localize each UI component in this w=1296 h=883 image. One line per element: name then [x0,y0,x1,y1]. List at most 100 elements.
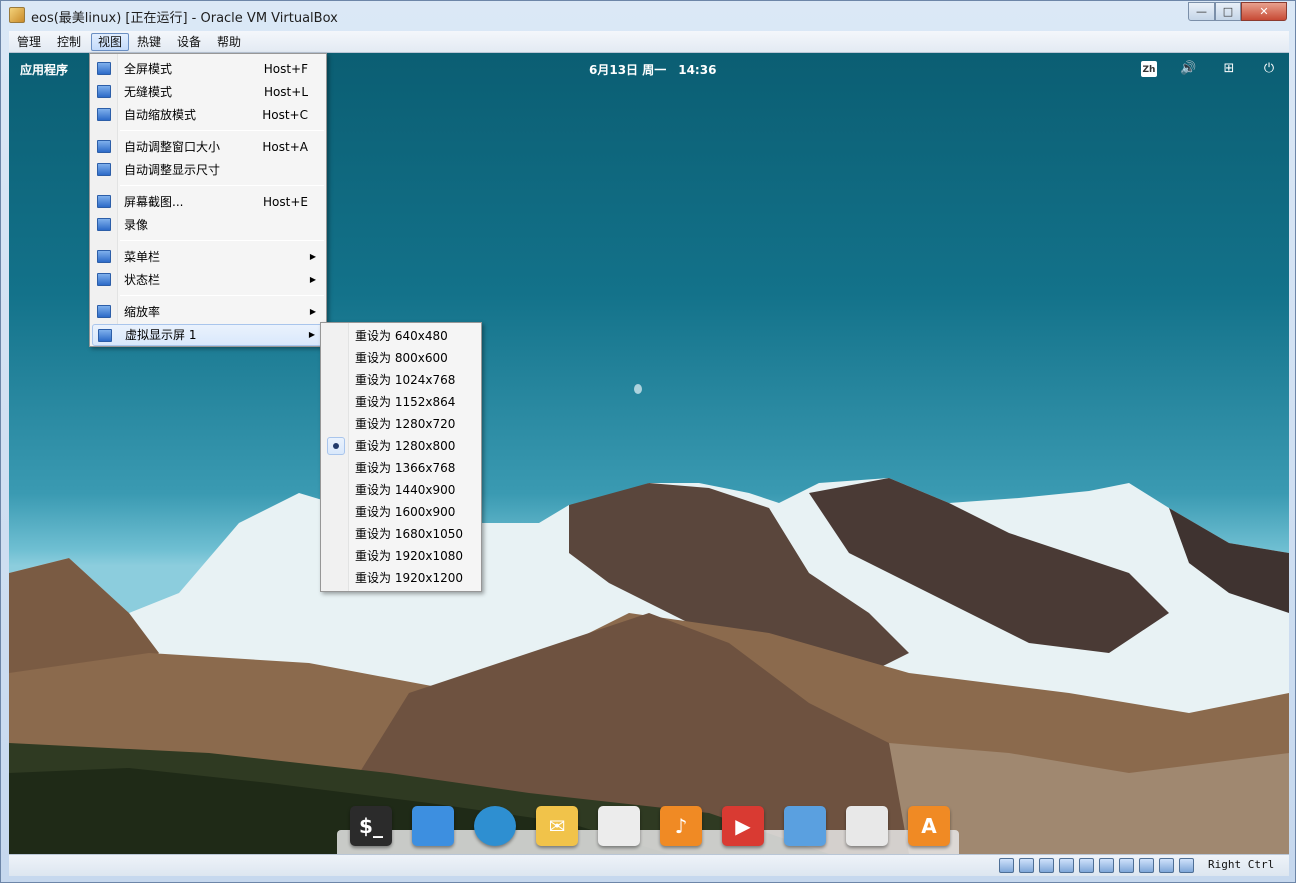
dock-calendar-icon[interactable] [598,806,640,846]
view-menu-item-label: 菜单栏 [124,250,161,264]
dock-videos-icon[interactable]: ▶ [722,806,764,846]
view-menu-item-label: 全屏模式 [124,62,173,76]
radio-selected-icon [327,437,345,455]
submenu-arrow-icon: ▶ [309,252,316,261]
dock-music-icon[interactable]: ♪ [660,806,702,846]
window-title: eos(最美linux) [正在运行] - Oracle VM VirtualB… [31,11,338,26]
dock-appcenter-icon[interactable]: A [908,806,950,846]
resize-option-label: 重设为 640x480 [355,329,448,343]
minimize-button[interactable]: — [1188,2,1215,21]
video-capture-icon[interactable] [1119,858,1134,873]
view-menu-item[interactable]: 全屏模式 Host+F [92,58,324,80]
display-icon[interactable] [1099,858,1114,873]
resize-option[interactable]: 重设为 1280x800 [323,435,479,457]
dock-settings-icon[interactable] [846,806,888,846]
virtualbox-window: eos(最美linux) [正在运行] - Oracle VM VirtualB… [0,0,1296,883]
scale-icon [97,108,111,121]
virtualbox-app-icon [9,7,25,23]
dock-mail-icon[interactable]: ✉ [536,806,578,846]
adjust-window-icon [97,140,111,153]
submenu-arrow-icon: ▶ [309,275,316,284]
resize-option[interactable]: 重设为 1024x768 [323,369,479,391]
network-icon[interactable]: ⊞ [1221,61,1237,77]
resize-option-label: 重设为 1280x720 [355,417,456,431]
view-menu-item-shortcut: Host+L [263,85,308,99]
resize-option[interactable]: 重设为 1680x1050 [323,523,479,545]
menubar-icon [97,250,111,263]
view-menu-item-shortcut: Host+F [263,62,308,76]
menu-separator [120,130,324,131]
resize-option-label: 重设为 1920x1080 [355,549,463,563]
shared-folder-icon[interactable] [1079,858,1094,873]
view-menu-item[interactable]: 虚拟显示屏 1 ▶ [92,324,324,346]
language-indicator[interactable]: Zh [1141,61,1157,77]
menu-bar: 管理 控制 视图 热键 设备 帮助 [9,31,1289,53]
view-menu-item[interactable]: 菜单栏 ▶ [92,246,324,268]
resize-option[interactable]: 重设为 1920x1080 [323,545,479,567]
resize-option-label: 重设为 1152x864 [355,395,456,409]
view-menu-item[interactable]: 自动缩放模式 Host+C [92,104,324,126]
seamless-icon [97,85,111,98]
resize-option[interactable]: 重设为 1920x1200 [323,567,479,589]
network-adapter-icon[interactable] [1039,858,1054,873]
resize-option[interactable]: 重设为 1440x900 [323,479,479,501]
status-bar: Right Ctrl [9,854,1289,876]
mouse-integration-icon[interactable] [1159,858,1174,873]
view-menu-item[interactable]: 无缝模式 Host+L [92,81,324,103]
dock-photos-icon[interactable] [784,806,826,846]
power-icon[interactable]: ⏻ [1261,61,1277,77]
resize-option-label: 重设为 1680x1050 [355,527,463,541]
view-menu-item-label: 无缝模式 [124,85,173,99]
adjust-display-icon [97,163,111,176]
dock-multitasking-icon[interactable] [412,806,454,846]
hdd-icon[interactable] [999,858,1014,873]
maximize-button[interactable]: □ [1215,2,1241,21]
view-menu-item[interactable]: 自动调整显示尺寸 [92,159,324,181]
view-menu-item[interactable]: 屏幕截图... Host+E [92,191,324,213]
view-menu: 全屏模式 Host+F 无缝模式 Host+L 自动缩放模式 Host+C 自动调整窗口大小… [89,53,327,347]
title-bar[interactable]: eos(最美linux) [正在运行] - Oracle VM VirtualB… [1,1,1295,31]
menu-control[interactable]: 控制 [51,33,87,51]
clock[interactable]: 6月13日 周一 14:36 [589,61,716,78]
close-button[interactable]: ✕ [1241,2,1287,21]
resize-option[interactable]: 重设为 1280x720 [323,413,479,435]
view-menu-item-label: 自动缩放模式 [124,108,197,122]
view-menu-item-label: 虚拟显示屏 1 [125,328,197,342]
resize-option[interactable]: 重设为 1366x768 [323,457,479,479]
view-menu-item-shortcut: Host+A [262,140,308,154]
submenu-arrow-icon: ▶ [309,307,316,316]
usb-icon[interactable] [1059,858,1074,873]
resize-option-label: 重设为 1280x800 [355,439,456,453]
view-menu-item[interactable]: 自动调整窗口大小 Host+A [92,136,324,158]
screenshot-icon [97,195,111,208]
keyboard-icon[interactable] [1179,858,1194,873]
statusbar-icon [97,273,111,286]
resize-option-label: 重设为 1024x768 [355,373,456,387]
dock-browser-icon[interactable] [474,806,516,846]
optical-icon[interactable] [1019,858,1034,873]
volume-icon[interactable]: 🔊 [1180,61,1196,77]
view-menu-item[interactable]: 缩放率 ▶ [92,301,324,323]
view-menu-item-label: 自动调整显示尺寸 [124,163,221,177]
view-menu-item-shortcut: Host+C [262,108,308,122]
submenu-arrow-icon: ▶ [308,330,315,339]
resize-option[interactable]: 重设为 800x600 [323,347,479,369]
applications-menu[interactable]: 应用程序 [20,61,68,78]
view-menu-item[interactable]: 录像 [92,214,324,236]
resize-option[interactable]: 重设为 640x480 [323,325,479,347]
menu-separator [120,295,324,296]
recording-icon [97,218,111,231]
resize-option-label: 重设为 1440x900 [355,483,456,497]
dock-terminal-icon[interactable]: $_ [350,806,392,846]
view-menu-item-shortcut: Host+E [263,195,308,209]
menu-view[interactable]: 视图 [91,33,130,51]
menu-devices[interactable]: 设备 [171,33,207,51]
menu-help[interactable]: 帮助 [211,33,247,51]
resize-option[interactable]: 重设为 1600x900 [323,501,479,523]
resize-option[interactable]: 重设为 1152x864 [323,391,479,413]
resize-option-label: 重设为 1920x1200 [355,571,463,585]
menu-hotkeys[interactable]: 热键 [131,33,167,51]
cpu-icon[interactable] [1139,858,1154,873]
menu-manage[interactable]: 管理 [11,33,47,51]
view-menu-item[interactable]: 状态栏 ▶ [92,269,324,291]
